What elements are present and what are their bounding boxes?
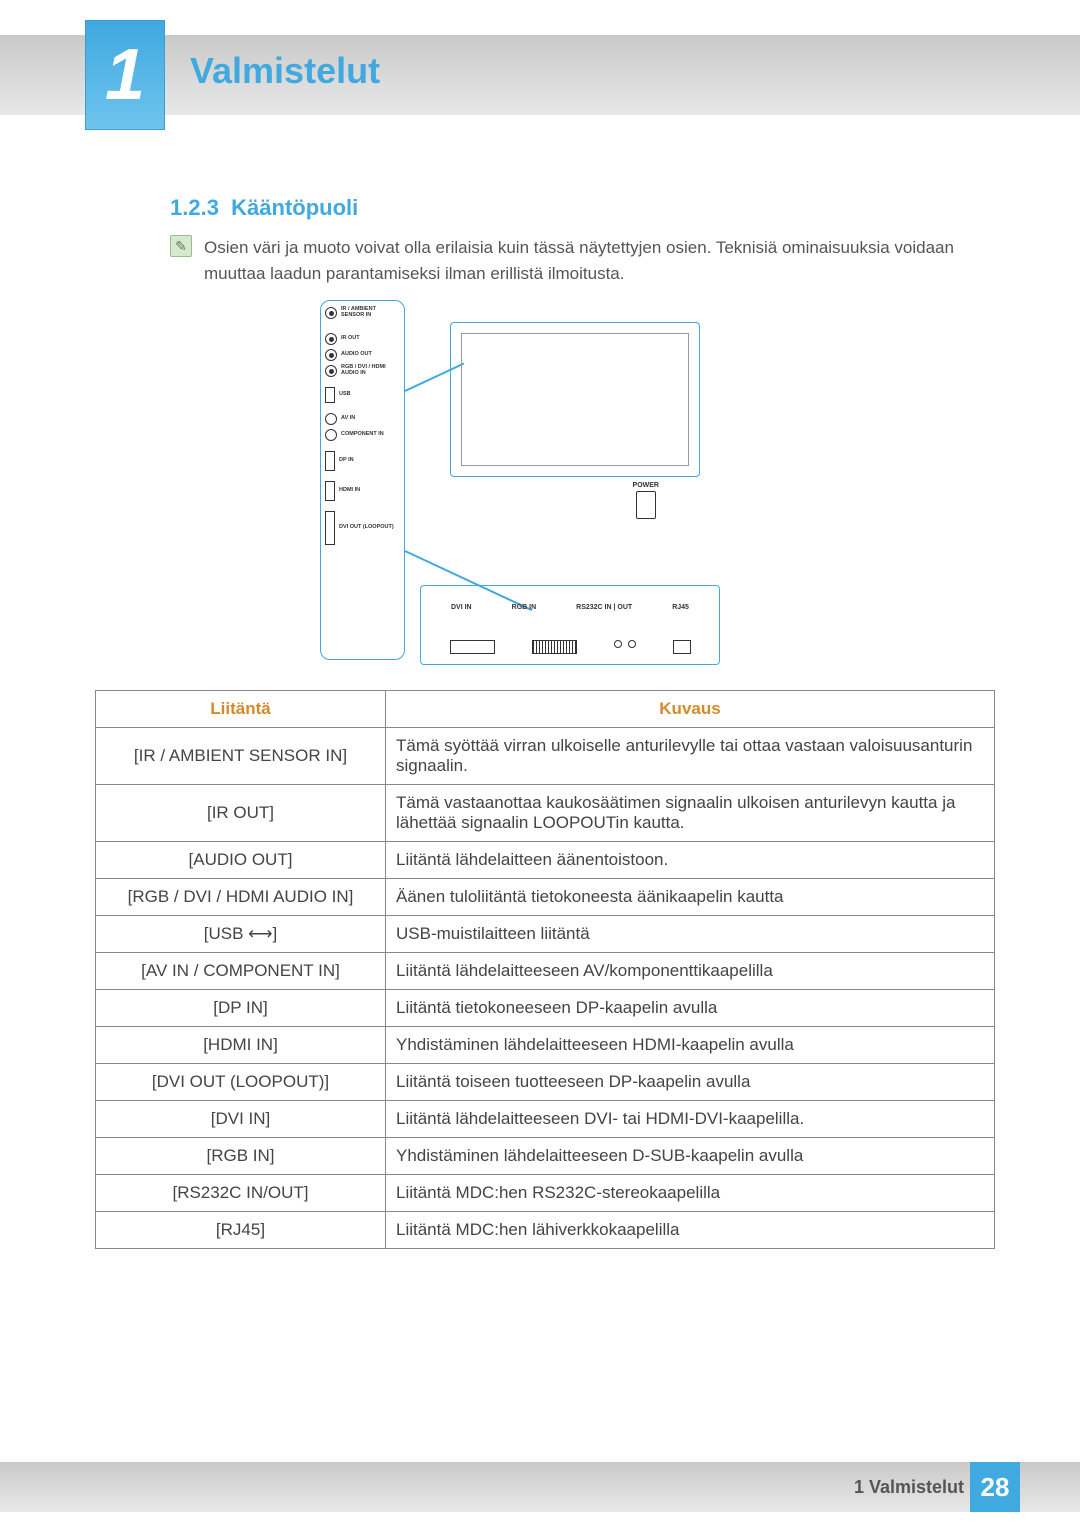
note-row: ✎ Osien väri ja muoto voivat olla erilai… bbox=[170, 235, 1000, 286]
table-row: [RJ45]Liitäntä MDC:hen lähiverkkokaapeli… bbox=[96, 1212, 995, 1249]
section-heading: 1.2.3 Kääntöpuoli bbox=[170, 195, 358, 221]
table-row: [DP IN]Liitäntä tietokoneeseen DP-kaapel… bbox=[96, 990, 995, 1027]
table-header-desc: Kuvaus bbox=[386, 691, 995, 728]
table-row: [AUDIO OUT]Liitäntä lähdelaitteen äänent… bbox=[96, 842, 995, 879]
table-row: [IR / AMBIENT SENSOR IN]Tämä syöttää vir… bbox=[96, 728, 995, 785]
port-description-table: Liitäntä Kuvaus [IR / AMBIENT SENSOR IN]… bbox=[95, 690, 995, 1249]
chapter-number: 1 bbox=[105, 39, 145, 111]
chapter-tab: 1 bbox=[85, 20, 165, 130]
section-title: Kääntöpuoli bbox=[231, 195, 358, 220]
table-row: [RGB / DVI / HDMI AUDIO IN]Äänen tulolii… bbox=[96, 879, 995, 916]
note-text: Osien väri ja muoto voivat olla erilaisi… bbox=[204, 235, 1000, 286]
table-row: [IR OUT]Tämä vastaanottaa kaukosäätimen … bbox=[96, 785, 995, 842]
table-row: [DVI OUT (LOOPOUT)]Liitäntä toiseen tuot… bbox=[96, 1064, 995, 1101]
chapter-title: Valmistelut bbox=[190, 50, 380, 92]
page-number: 28 bbox=[970, 1462, 1020, 1512]
table-row: [DVI IN]Liitäntä lähdelaitteeseen DVI- t… bbox=[96, 1101, 995, 1138]
section-number: 1.2.3 bbox=[170, 195, 219, 220]
table-row: [AV IN / COMPONENT IN]Liitäntä lähdelait… bbox=[96, 953, 995, 990]
footer-bar: 1 Valmistelut 28 bbox=[0, 1462, 1080, 1512]
bottom-port-frame: DVI IN RGB IN RS232C IN | OUT RJ45 bbox=[420, 585, 720, 665]
table-row: [USB ⟷]USB-muistilaitteen liitäntä bbox=[96, 916, 995, 953]
back-frame: POWER bbox=[450, 322, 700, 477]
table-row: [HDMI IN]Yhdistäminen lähdelaitteeseen H… bbox=[96, 1027, 995, 1064]
table-row: [RGB IN]Yhdistäminen lähdelaitteeseen D-… bbox=[96, 1138, 995, 1175]
footer-chapter-ref: 1 Valmistelut bbox=[854, 1477, 964, 1498]
side-port-panel: IR / AMBIENT SENSOR IN IR OUT AUDIO OUT … bbox=[320, 300, 405, 660]
table-row: [RS232C IN/OUT]Liitäntä MDC:hen RS232C-s… bbox=[96, 1175, 995, 1212]
table-header-port: Liitäntä bbox=[96, 691, 386, 728]
note-icon: ✎ bbox=[170, 235, 192, 257]
rear-panel-diagram: IR / AMBIENT SENSOR IN IR OUT AUDIO OUT … bbox=[320, 300, 720, 670]
power-port: POWER bbox=[633, 482, 659, 521]
